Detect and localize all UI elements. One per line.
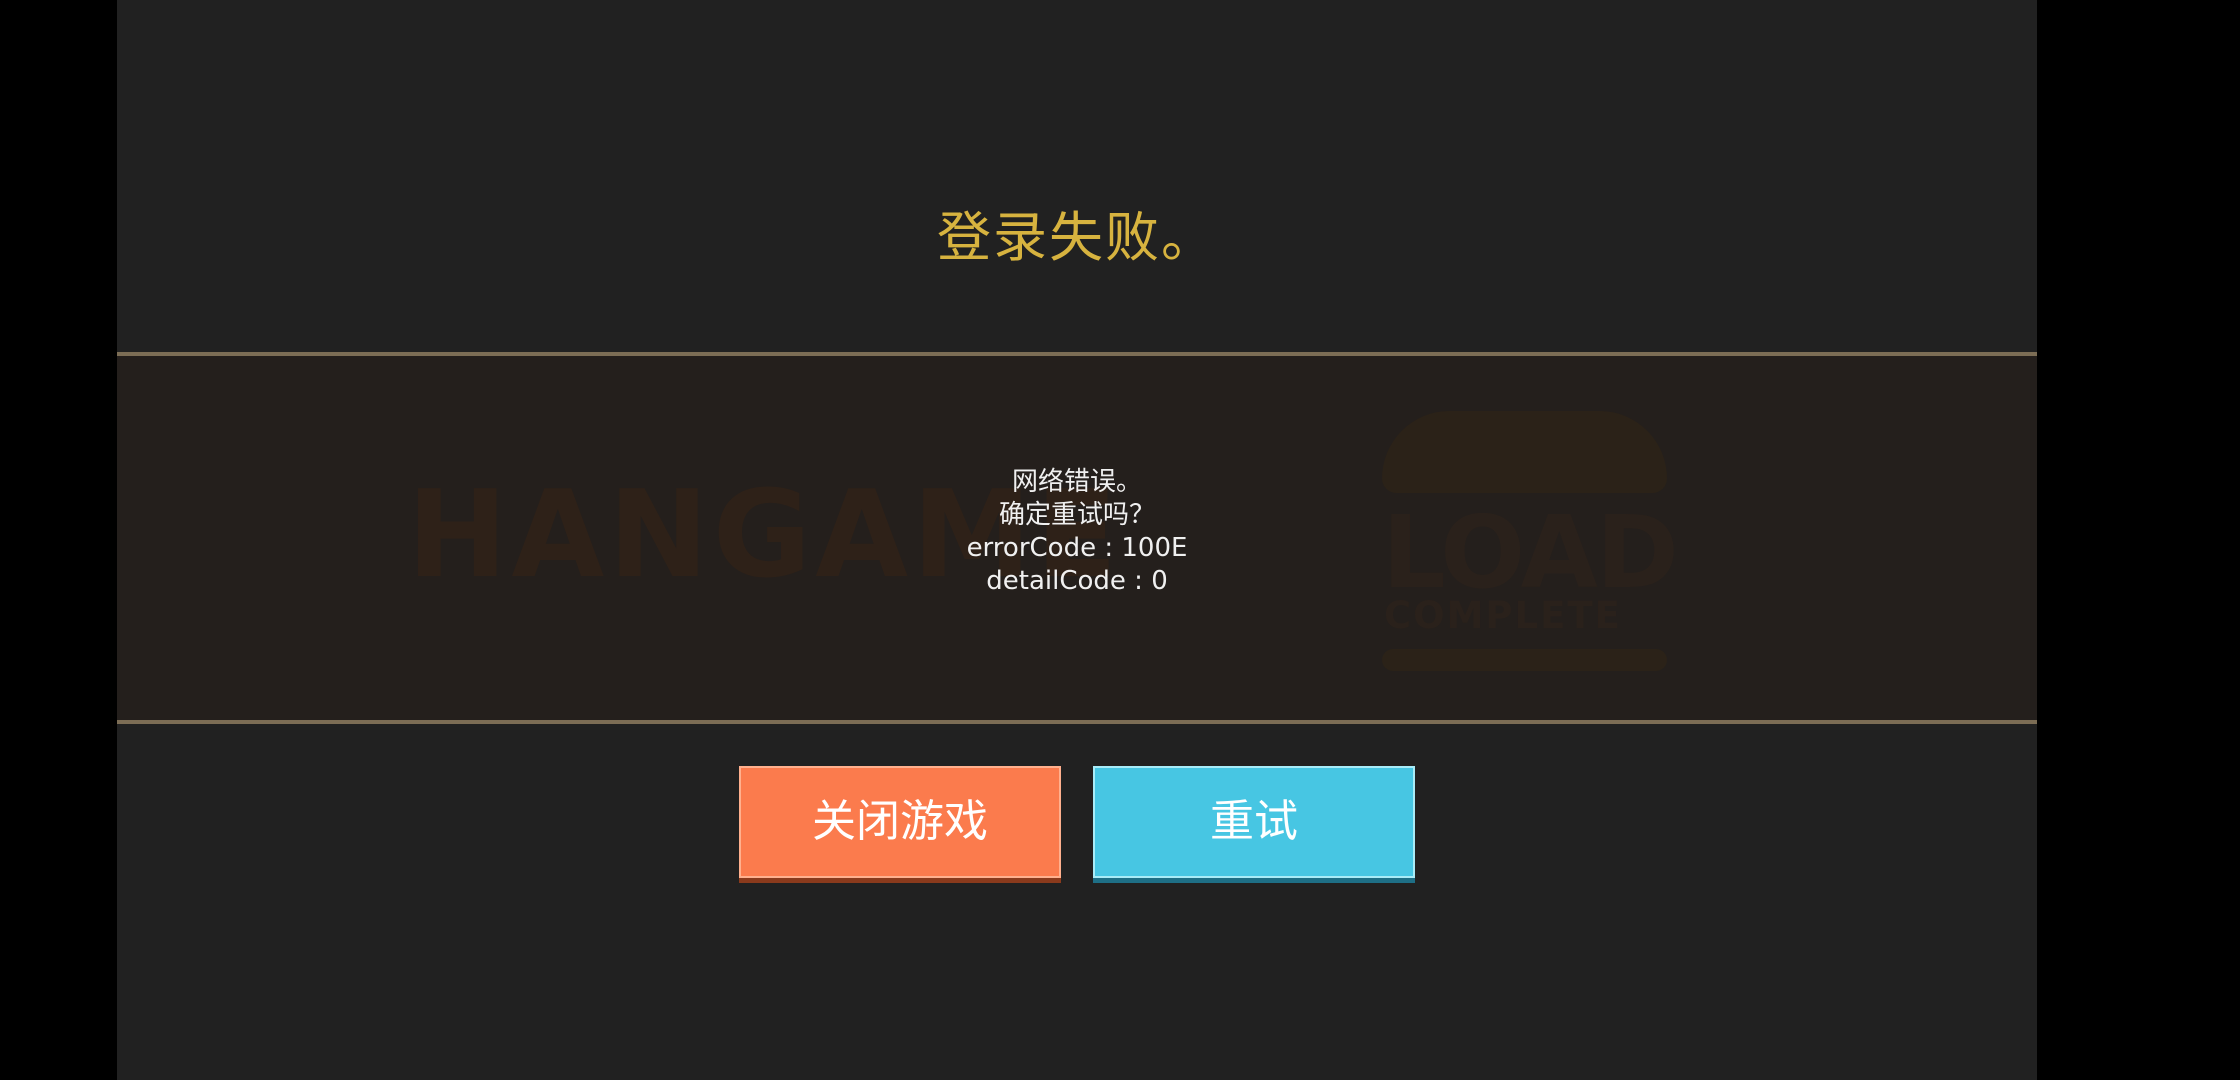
- dialog-title: 登录失败。: [937, 206, 1217, 269]
- logo-bun-bottom: [1382, 649, 1667, 671]
- message-line-detail-code: detailCode : 0: [986, 566, 1168, 596]
- logo-complete-text: COMPLETE: [1384, 594, 1622, 637]
- close-game-button[interactable]: 关闭游戏: [739, 766, 1061, 878]
- screen: 登录失败。 HANGAME LOAD COMPLETE 网络错误。 确定重试吗？…: [0, 0, 2240, 1080]
- retry-button[interactable]: 重试: [1093, 766, 1415, 878]
- message-line-error-code: errorCode : 100E: [966, 533, 1188, 563]
- error-message: 网络错误。 确定重试吗？ errorCode : 100E detailCode…: [117, 466, 2037, 598]
- message-line-retry-prompt: 确定重试吗？: [998, 500, 1155, 530]
- error-dialog-panel: 登录失败。 HANGAME LOAD COMPLETE 网络错误。 确定重试吗？…: [117, 0, 2037, 1080]
- message-line-network-error: 网络错误。: [1011, 467, 1142, 497]
- message-band: HANGAME LOAD COMPLETE 网络错误。 确定重试吗？ error…: [117, 352, 2037, 724]
